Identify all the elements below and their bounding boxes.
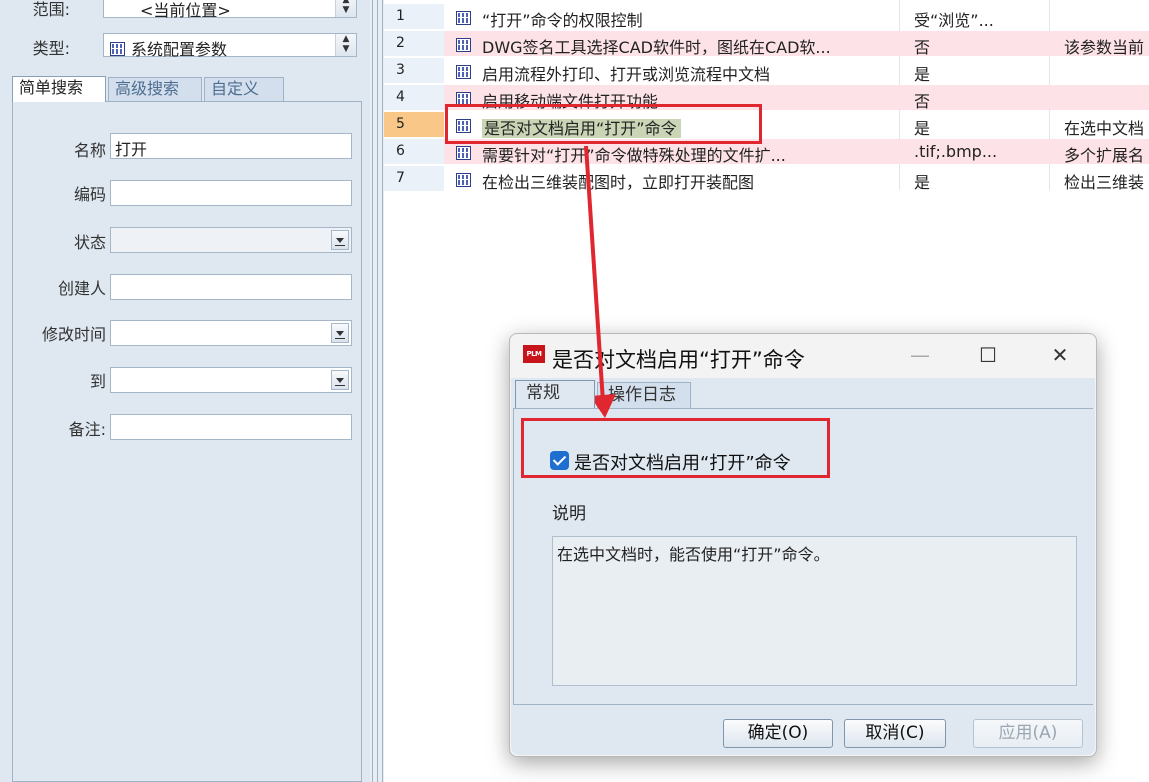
- tab-advanced-search[interactable]: 高级搜索: [108, 77, 202, 101]
- name-input[interactable]: 打开: [110, 133, 352, 159]
- parameter-dialog: PLM 是否对文档启用“打开”命令 — ☐ ✕ 常规 操作日志 是否对文档启用“…: [509, 333, 1097, 757]
- highlight-box-checkbox: [521, 418, 830, 478]
- scope-value: <当前位置>: [140, 1, 231, 20]
- chevron-down-icon[interactable]: [331, 230, 349, 250]
- type-value: 系统配置参数: [110, 36, 227, 60]
- type-value-text: 系统配置参数: [131, 40, 228, 59]
- row-number: 7: [384, 166, 444, 191]
- row-number: 4: [384, 85, 444, 110]
- status-select[interactable]: [110, 227, 352, 253]
- modified-time-from[interactable]: [110, 320, 352, 346]
- row-name: DWG签名工具选择CAD软件时，图纸在CAD软...: [482, 38, 831, 57]
- row-value: 否: [914, 38, 931, 57]
- row-desc: 该参数当前: [1064, 38, 1145, 57]
- config-table-icon: [456, 10, 471, 29]
- panel-splitter[interactable]: [370, 0, 384, 782]
- tab-general[interactable]: 常规: [515, 380, 595, 408]
- creator-input[interactable]: [110, 274, 352, 300]
- cancel-button[interactable]: 取消(C): [844, 719, 946, 748]
- row-name: 在检出三维装配图时，立即打开装配图: [482, 173, 755, 192]
- chevron-down-icon[interactable]: [331, 323, 349, 343]
- row-number: 6: [384, 139, 444, 164]
- type-label: 类型:: [32, 39, 70, 58]
- type-spin-icon[interactable]: ▲ ▼: [335, 34, 356, 56]
- maximize-icon[interactable]: ☐: [968, 342, 1008, 368]
- status-label: 状态: [73, 233, 106, 252]
- table-row[interactable]: 3 启用流程外打印、打开或浏览流程中文档 是: [384, 58, 1149, 84]
- description-label: 说明: [552, 504, 586, 524]
- scope-select[interactable]: <当前位置> ▲ ▼: [103, 0, 357, 20]
- remark-label: 备注:: [68, 420, 106, 439]
- row-desc: 多个扩展名: [1064, 146, 1145, 165]
- table-row[interactable]: 7 在检出三维装配图时，立即打开装配图 是 检出三维装: [384, 166, 1149, 192]
- to-label: 到: [89, 372, 106, 391]
- table-row[interactable]: 1 “打开”命令的权限控制 受“浏览”...: [384, 4, 1149, 30]
- minimize-icon[interactable]: —: [900, 342, 940, 368]
- name-input-value: 打开: [115, 140, 148, 159]
- ok-button[interactable]: 确定(O): [723, 719, 833, 748]
- name-label: 名称: [73, 141, 106, 160]
- apply-button[interactable]: 应用(A): [973, 719, 1083, 748]
- plm-logo-icon: PLM: [523, 345, 545, 363]
- tab-operation-log[interactable]: 操作日志: [597, 382, 691, 408]
- table-row[interactable]: 2 DWG签名工具选择CAD软件时，图纸在CAD软... 否 该参数当前: [384, 31, 1149, 57]
- row-desc: 在选中文档: [1064, 119, 1145, 138]
- row-number: 1: [384, 4, 444, 29]
- config-table-icon: [456, 145, 471, 164]
- creator-label: 创建人: [57, 279, 106, 298]
- chevron-down-icon[interactable]: [331, 370, 349, 390]
- scope-label: 范围:: [32, 0, 70, 19]
- row-value: 是: [914, 65, 931, 84]
- description-box: 在选中文档时，能否使用“打开”命令。: [552, 536, 1077, 686]
- row-value: 受“浏览”...: [914, 11, 994, 30]
- scope-spin-icon[interactable]: ▲ ▼: [335, 0, 356, 17]
- code-input[interactable]: [110, 180, 352, 206]
- row-desc: 检出三维装: [1064, 173, 1145, 192]
- row-number: 5: [384, 112, 444, 137]
- config-table-icon: [456, 37, 471, 56]
- close-icon[interactable]: ✕: [1040, 342, 1080, 368]
- row-number: 3: [384, 58, 444, 83]
- code-label: 编码: [73, 185, 106, 204]
- dialog-title: 是否对文档启用“打开”命令: [552, 348, 805, 372]
- row-name: 启用流程外打印、打开或浏览流程中文档: [482, 65, 771, 84]
- search-panel: 范围: <当前位置> ▲ ▼ 类型: 系统配置参数 ▲ ▼ 简单搜索 高级搜索 自定…: [0, 0, 370, 782]
- row-value: 否: [914, 92, 931, 111]
- row-value: 是: [914, 173, 931, 192]
- modified-time-to[interactable]: [110, 367, 352, 393]
- config-table-icon: [456, 172, 471, 191]
- row-value: .tif;.bmp...: [914, 142, 998, 161]
- tab-custom[interactable]: 自定义: [204, 77, 284, 101]
- simple-search-form: 名称 打开 编码 状态 创建人 修改时间 到 备注:: [12, 101, 362, 782]
- config-table-icon: [110, 42, 125, 56]
- row-value: 是: [914, 119, 931, 138]
- config-table-icon: [456, 64, 471, 83]
- remark-input[interactable]: [110, 414, 352, 440]
- type-select[interactable]: 系统配置参数 ▲ ▼: [103, 33, 357, 60]
- highlight-box-row: [445, 104, 762, 144]
- row-name: “打开”命令的权限控制: [482, 11, 643, 30]
- row-name: 需要针对“打开”命令做特殊处理的文件扩...: [482, 146, 786, 165]
- row-number: 2: [384, 31, 444, 56]
- modified-time-label: 修改时间: [41, 325, 106, 344]
- tab-simple-search[interactable]: 简单搜索: [12, 76, 106, 102]
- parameter-table: 1 “打开”命令的权限控制 受“浏览”... 2 DWG签名工具选择CAD软件时…: [384, 0, 1149, 200]
- description-text: 在选中文档时，能否使用“打开”命令。: [557, 545, 830, 564]
